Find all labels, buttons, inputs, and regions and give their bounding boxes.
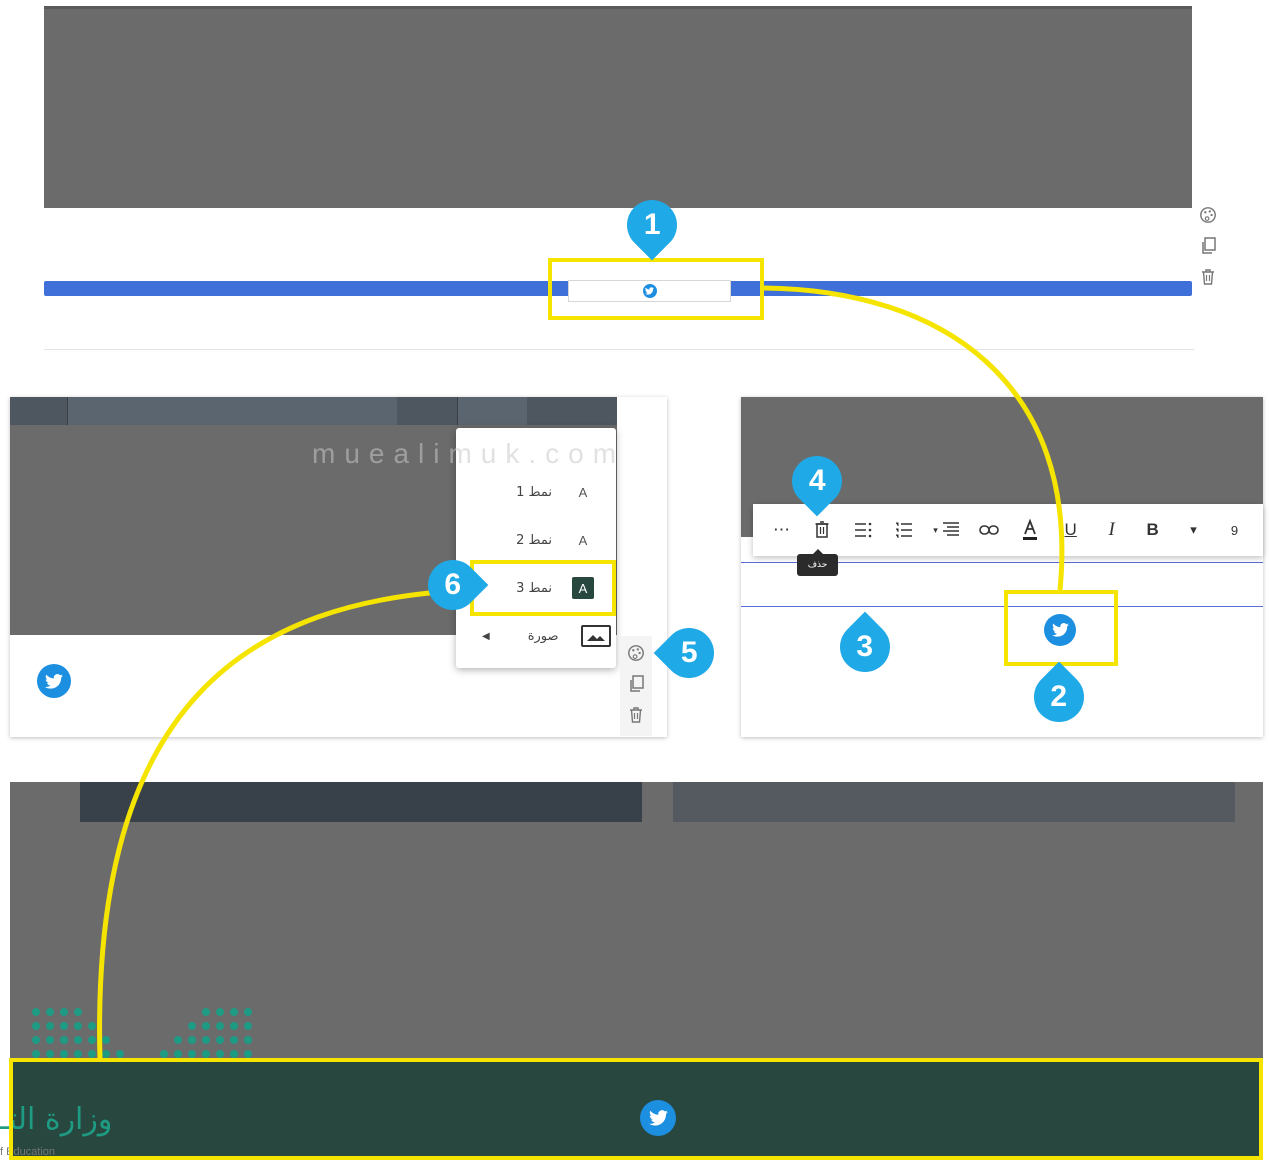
link-icon: [978, 525, 999, 535]
underline-button[interactable]: U: [1059, 516, 1083, 544]
numbered-list-icon: [896, 522, 913, 538]
gallery-image: [673, 782, 1235, 822]
guide-line: [741, 606, 1263, 607]
highlight-box-1: [548, 258, 764, 320]
step-number: 5: [680, 636, 698, 669]
trash-icon: [815, 521, 829, 538]
link-button[interactable]: [977, 516, 1001, 544]
style-option-label: صورة: [527, 628, 559, 644]
highlight-box-result: [9, 1058, 1263, 1160]
palette-icon[interactable]: [625, 642, 647, 664]
hero-image-placeholder: [44, 6, 1192, 208]
trash-icon[interactable]: [625, 704, 647, 726]
style-option-1[interactable]: نمط 1 A: [456, 470, 616, 514]
step-number: 3: [856, 630, 874, 663]
font-size-dropdown[interactable]: ▾: [1182, 516, 1206, 544]
numbered-list-button[interactable]: [892, 516, 916, 544]
step-number: 4: [808, 464, 826, 497]
bold-button[interactable]: B: [1141, 516, 1165, 544]
chevron-down-icon: ▾: [933, 524, 938, 535]
step-number: 1: [643, 208, 661, 241]
style-swatch: A: [578, 484, 588, 500]
hero-image-strip: [457, 397, 527, 425]
section-tools-top: [1197, 204, 1227, 304]
text-format-toolbar: ⋯ ▾ U I B ▾ 9: [753, 504, 1263, 556]
style-option-2[interactable]: نمط 2 A: [456, 518, 616, 562]
twitter-icon[interactable]: [37, 664, 71, 698]
hero-strip: [44, 6, 1192, 9]
highlight-box-6: [470, 560, 616, 616]
hero-image-strip: [67, 397, 397, 425]
image-icon: [580, 625, 611, 647]
caret-left-icon: ◀: [482, 630, 490, 642]
gallery-image: [80, 782, 642, 822]
highlight-box-2: [1004, 590, 1118, 666]
style-swatch: A: [578, 532, 588, 548]
palette-icon[interactable]: [1197, 204, 1219, 226]
delete-tooltip: حذف: [797, 549, 838, 576]
align-right-icon: [942, 522, 959, 536]
bullet-list-icon: [855, 522, 872, 538]
trash-icon[interactable]: [1197, 266, 1219, 288]
duplicate-icon[interactable]: [1197, 235, 1219, 257]
more-options-button[interactable]: ⋯: [769, 516, 793, 544]
text-color-icon: [1022, 519, 1037, 540]
style-option-label: نمط 1: [516, 484, 552, 500]
watermark-text: muealimuk.com: [312, 438, 626, 469]
align-dropdown-button[interactable]: ▾: [933, 516, 960, 544]
section-tools-style: [620, 636, 652, 736]
font-size-value[interactable]: 9: [1222, 516, 1246, 544]
delete-button[interactable]: [810, 516, 834, 544]
style-option-label: نمط 2: [516, 532, 552, 548]
bullet-list-button[interactable]: [851, 516, 875, 544]
text-color-button[interactable]: [1018, 516, 1042, 544]
step-number: 6: [444, 568, 462, 601]
step-number: 2: [1050, 680, 1068, 713]
style-option-image[interactable]: ◀ صورة: [456, 614, 616, 658]
duplicate-icon[interactable]: [625, 673, 647, 695]
ministry-logo-icon: [32, 1008, 252, 1058]
italic-button[interactable]: I: [1100, 516, 1124, 544]
